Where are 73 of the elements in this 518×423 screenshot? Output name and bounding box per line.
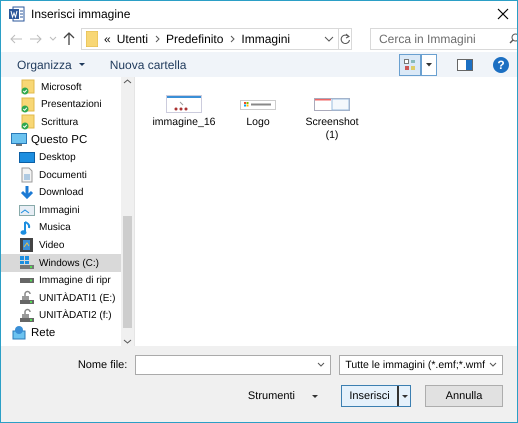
sidebar-item[interactable]: Immagine di ripr	[1, 272, 121, 290]
desktop-icon	[19, 150, 35, 166]
sidebar-item[interactable]: Microsoft	[1, 78, 121, 96]
video-icon	[19, 237, 35, 254]
field-label: Nome file:	[78, 359, 128, 372]
sidebar-item[interactable]: Musica	[1, 219, 121, 237]
filename-field[interactable]	[135, 355, 332, 376]
scrollbar-thumb[interactable]	[123, 216, 132, 328]
search-field[interactable]: Cerca in Immagini	[370, 28, 517, 50]
chevron-icon	[229, 34, 236, 43]
folder-icon	[86, 30, 98, 47]
sidebar-item[interactable]: UNITÀDATI2 (f:)	[1, 307, 121, 325]
up-arrow-icon[interactable]	[63, 32, 75, 46]
sidebar-item[interactable]: Scrittura	[1, 114, 121, 132]
sidebar-item[interactable]: Download	[1, 184, 121, 202]
drive-icon	[20, 278, 34, 284]
file-type-dropdown[interactable]: Tutte le immagini (*.emf;*.wmf	[339, 355, 503, 376]
locked-drive-icon	[19, 290, 35, 306]
image-thumbnail[interactable]	[166, 95, 202, 114]
sidebar-item[interactable]: Windows (C:)	[1, 254, 121, 272]
chevron-icon	[154, 34, 160, 43]
sidebar-item[interactable]: Immagini	[1, 201, 121, 220]
caret-icon	[78, 61, 86, 68]
locked-drive-icon	[19, 308, 35, 324]
breadcrumb[interactable]: Immagini	[241, 32, 290, 46]
sidebar-item[interactable]: Questo PC	[1, 131, 121, 149]
image-thumbnail[interactable]	[314, 95, 350, 114]
sidebar-item[interactable]: Rete	[1, 324, 121, 342]
synced-folder-icon	[21, 96, 37, 113]
caret-icon	[317, 362, 326, 368]
app-icon	[9, 6, 25, 22]
sidebar-item[interactable]: Documenti	[1, 166, 121, 184]
pc-icon	[11, 132, 27, 148]
search-icon[interactable]	[509, 33, 517, 44]
refresh-icon	[339, 32, 351, 45]
address-bar[interactable]: « Utenti Predefinito Immagini	[81, 28, 339, 50]
breadcrumb[interactable]: Utenti	[116, 32, 148, 46]
scroll-down-icon[interactable]	[123, 337, 132, 346]
sidebar-item[interactable]: Presentazioni	[1, 96, 121, 114]
view-dropdown-button[interactable]	[421, 54, 437, 76]
refresh-button[interactable]	[339, 28, 352, 50]
download-icon	[19, 184, 35, 201]
window-title: Inserisci immagine	[31, 6, 132, 21]
address-overflow[interactable]: «	[104, 32, 111, 46]
caret-icon[interactable]	[400, 393, 408, 400]
system-drive-icon	[19, 255, 35, 272]
sidebar-item[interactable]: Video	[1, 236, 121, 254]
synced-folder-icon	[21, 114, 37, 130]
preview-pane-icon[interactable]	[457, 58, 473, 71]
sidebar-item[interactable]: Desktop	[1, 148, 121, 166]
documents-icon	[19, 167, 35, 184]
new-folder-button[interactable]: Nuova cartella	[108, 54, 188, 75]
cancel-button[interactable]: Annulla	[425, 385, 503, 408]
caret-icon	[311, 393, 319, 400]
file-name[interactable]: Logo	[225, 116, 291, 130]
organize-menu[interactable]: Organizza	[15, 54, 88, 75]
insert-button[interactable]: Inserisci	[341, 385, 411, 408]
scrollbar[interactable]	[121, 77, 134, 346]
network-icon	[11, 325, 27, 342]
breadcrumb[interactable]: Predefinito	[166, 32, 224, 46]
pictures-icon	[19, 202, 35, 218]
sidebar-item[interactable]: UNITÀDATI1 (E:)	[1, 289, 121, 308]
view-button[interactable]	[399, 54, 421, 76]
caret-icon	[489, 362, 497, 368]
scroll-up-icon[interactable]	[123, 77, 132, 86]
caret-icon	[425, 62, 433, 67]
close-icon[interactable]	[497, 8, 509, 20]
tools-menu[interactable]: Strumenti	[244, 388, 323, 404]
file-name[interactable]: Screenshot (1)	[299, 116, 365, 142]
help-button[interactable]: ?	[493, 56, 509, 73]
caret-icon[interactable]	[324, 34, 334, 43]
large-icons-view-icon	[404, 58, 416, 71]
file-name[interactable]: immagine_16	[151, 116, 217, 130]
